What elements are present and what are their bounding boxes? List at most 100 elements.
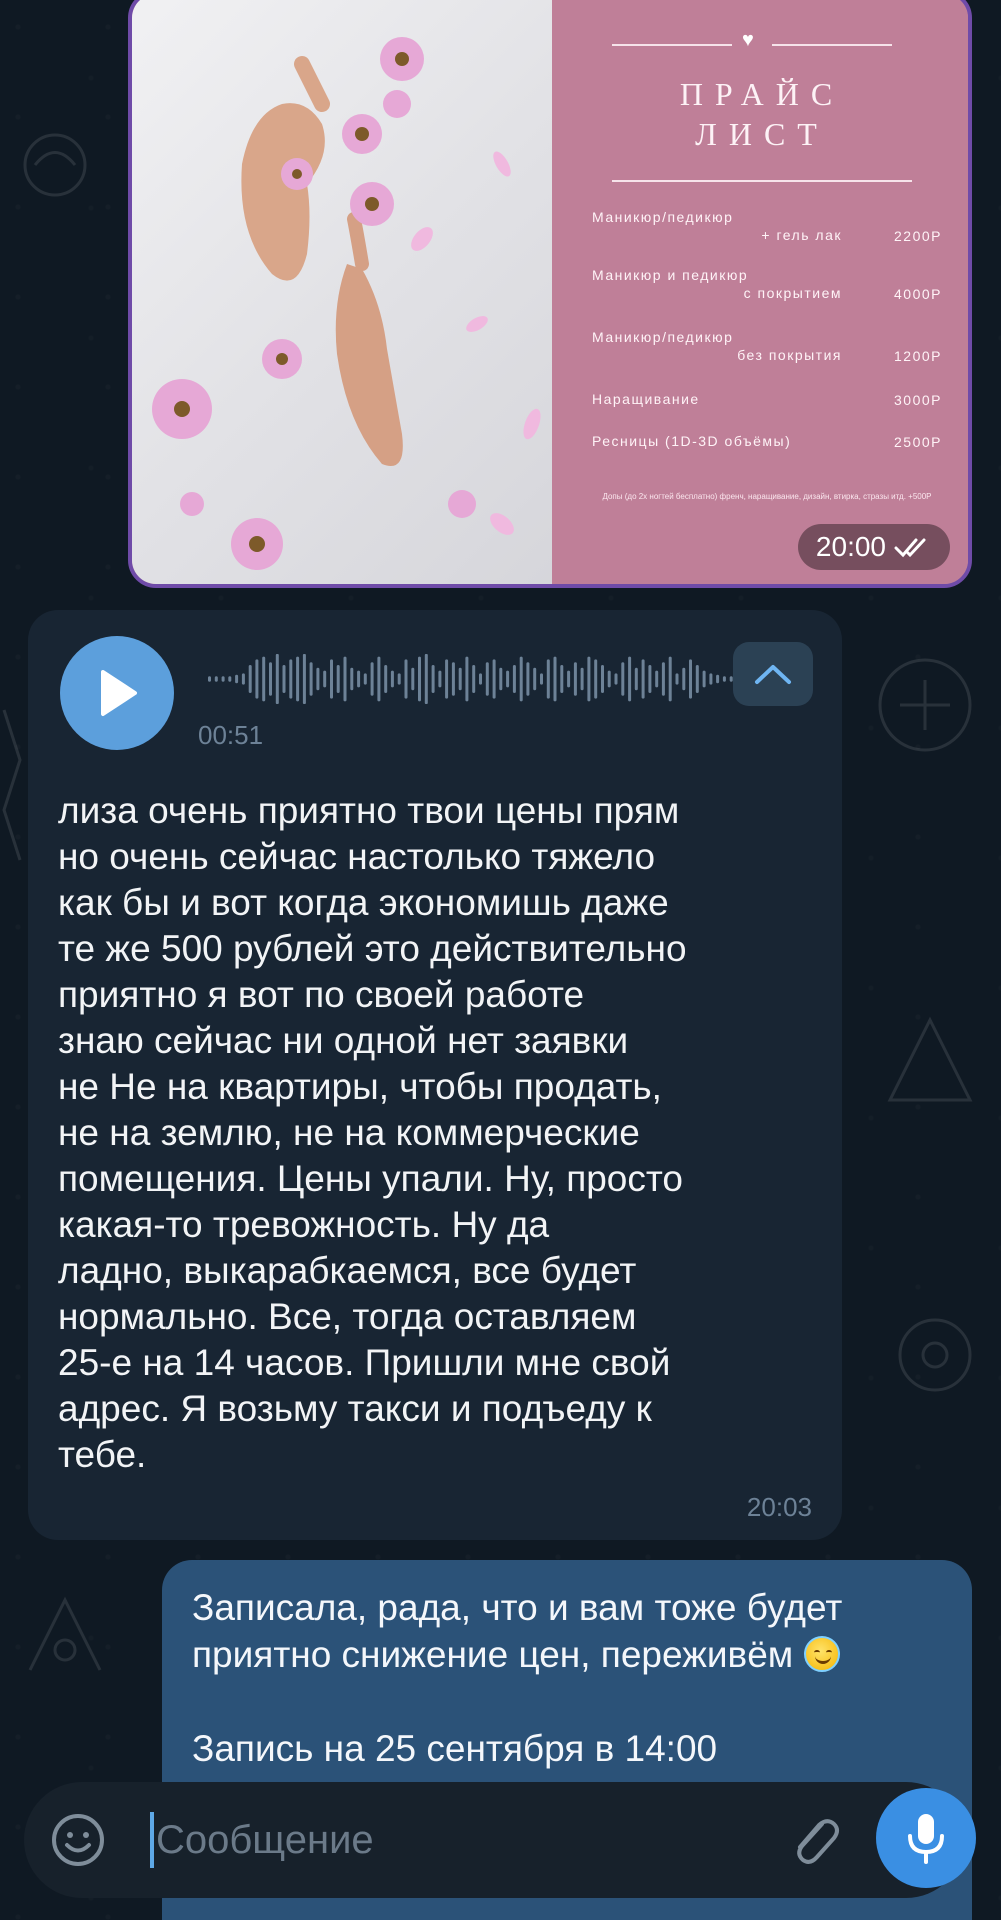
doodle-decoration bbox=[887, 1016, 973, 1102]
chevron-up-icon bbox=[755, 665, 791, 684]
outgoing-message-text: Записала, рада, что и вам тоже будет при… bbox=[192, 1584, 952, 1772]
waveform-bar bbox=[533, 667, 537, 691]
waveform-bar bbox=[526, 662, 530, 696]
waveform-bar bbox=[553, 656, 557, 702]
waveform-bar bbox=[567, 670, 571, 688]
waveform-bar bbox=[384, 665, 388, 693]
waveform-bar bbox=[370, 662, 374, 696]
smiley-icon[interactable] bbox=[50, 1812, 106, 1868]
doodle-decoration bbox=[23, 133, 87, 197]
waveform-bar bbox=[519, 656, 523, 702]
waveform-bar bbox=[431, 665, 435, 693]
waveform-bar bbox=[485, 662, 489, 696]
price-item-name: Ресницы (1D-3D объёмы) bbox=[592, 433, 792, 449]
waveform-bar bbox=[350, 667, 354, 691]
waveform-bar bbox=[397, 673, 401, 685]
voice-transcript: лиза очень приятно твои цены прям но оче… bbox=[58, 790, 687, 1475]
price-item: Маникюр/педикюр без покрытия 1200Р bbox=[592, 328, 942, 364]
waveform-bar bbox=[302, 654, 306, 704]
waveform-bar bbox=[689, 659, 692, 699]
price-item-price: 2500Р bbox=[894, 434, 942, 450]
microphone-icon bbox=[908, 1814, 944, 1864]
waveform-bar bbox=[343, 656, 347, 702]
waveform-bar bbox=[716, 674, 720, 684]
waveform-bar bbox=[357, 670, 361, 688]
waveform-bar bbox=[424, 654, 428, 704]
waveform-bar bbox=[675, 673, 679, 685]
waveform-bar bbox=[506, 670, 510, 688]
waveform-bar bbox=[269, 662, 272, 696]
waveform-bar bbox=[722, 676, 726, 682]
waveform-bar bbox=[492, 659, 496, 699]
waveform-bar bbox=[472, 665, 476, 693]
waveform-bar bbox=[316, 667, 320, 691]
waveform-bar bbox=[621, 662, 625, 696]
waveform-bar bbox=[275, 654, 279, 704]
price-item-name-line2: + гель лак bbox=[761, 227, 842, 243]
waveform-bar bbox=[641, 659, 645, 699]
paperclip-icon[interactable] bbox=[784, 1810, 844, 1870]
waveform-bar bbox=[546, 659, 550, 699]
waveform-bar bbox=[614, 673, 618, 685]
divider bbox=[612, 180, 912, 182]
waveform-bar bbox=[499, 667, 503, 691]
voice-waveform[interactable] bbox=[208, 654, 750, 704]
waveform-bar bbox=[601, 665, 604, 693]
waveform-bar bbox=[580, 667, 584, 691]
waveform-bar bbox=[560, 665, 564, 693]
collapse-transcript-button[interactable] bbox=[733, 642, 813, 706]
price-list-note: Допы (до 2х ногтей бесплатно) френч, нар… bbox=[602, 492, 932, 501]
divider bbox=[772, 44, 892, 46]
play-icon bbox=[101, 670, 137, 716]
price-item-name-line2: без покрытия bbox=[737, 347, 842, 363]
price-item-price: 1200Р bbox=[894, 348, 942, 364]
waveform-bar bbox=[573, 662, 577, 696]
waveform-bar bbox=[465, 656, 469, 702]
image-message[interactable]: ♥ ПРАЙС ЛИСТ Маникюр/педикюр + гель лак 2… bbox=[128, 0, 972, 588]
waveform-bar bbox=[648, 665, 652, 693]
message-input-bar bbox=[24, 1782, 964, 1898]
heart-icon: ♥ bbox=[742, 29, 754, 51]
text-cursor bbox=[150, 1812, 154, 1868]
waveform-bar bbox=[628, 656, 632, 702]
waveform-bar bbox=[458, 667, 462, 691]
waveform-bar bbox=[377, 656, 381, 702]
waveform-bar bbox=[695, 665, 699, 693]
waveform-bar bbox=[445, 659, 449, 699]
smiling-face-with-halo-icon bbox=[803, 1636, 840, 1672]
waveform-bar bbox=[309, 662, 313, 696]
price-item-name: Наращивание bbox=[592, 391, 700, 407]
waveform-bar bbox=[451, 662, 455, 696]
waveform-bar bbox=[323, 670, 327, 688]
price-list-title-line2: ЛИСТ bbox=[695, 116, 829, 152]
play-button[interactable] bbox=[60, 636, 174, 750]
waveform-bar bbox=[221, 676, 225, 682]
waveform-bar bbox=[634, 667, 638, 691]
waveform-bar bbox=[214, 676, 218, 682]
price-item: Маникюр/педикюр + гель лак 2200Р bbox=[592, 208, 942, 244]
message-input[interactable] bbox=[156, 1804, 756, 1876]
voice-duration: 00:51 bbox=[198, 720, 264, 750]
waveform-bar bbox=[363, 673, 367, 685]
price-item-price: 3000Р bbox=[894, 392, 942, 408]
price-item: Маникюр и педикюр с покрытием 4000Р bbox=[592, 266, 942, 302]
waveform-bar bbox=[655, 670, 659, 688]
photo-illustration bbox=[152, 37, 541, 570]
waveform-bar bbox=[702, 670, 706, 688]
price-item: Наращивание 3000Р bbox=[592, 390, 942, 408]
waveform-bar bbox=[668, 656, 672, 702]
microphone-button[interactable] bbox=[876, 1788, 976, 1888]
price-item-name: Маникюр/педикюр bbox=[592, 209, 734, 225]
message-timestamp: 20:00 bbox=[797, 524, 950, 570]
waveform-bar bbox=[296, 656, 300, 702]
waveform-bar bbox=[390, 670, 394, 688]
waveform-bar bbox=[709, 673, 713, 685]
waveform-bar bbox=[587, 656, 591, 702]
hands-flowers-photo bbox=[132, 0, 552, 584]
waveform-bar bbox=[289, 659, 293, 699]
message-timestamp: 20:03 bbox=[746, 1492, 812, 1522]
waveform-bar bbox=[682, 667, 686, 691]
message-text-part: Запись на 25 сентября в 14:00 bbox=[192, 1728, 718, 1769]
doodle-decoration bbox=[28, 1596, 102, 1671]
waveform-bar bbox=[411, 667, 415, 691]
